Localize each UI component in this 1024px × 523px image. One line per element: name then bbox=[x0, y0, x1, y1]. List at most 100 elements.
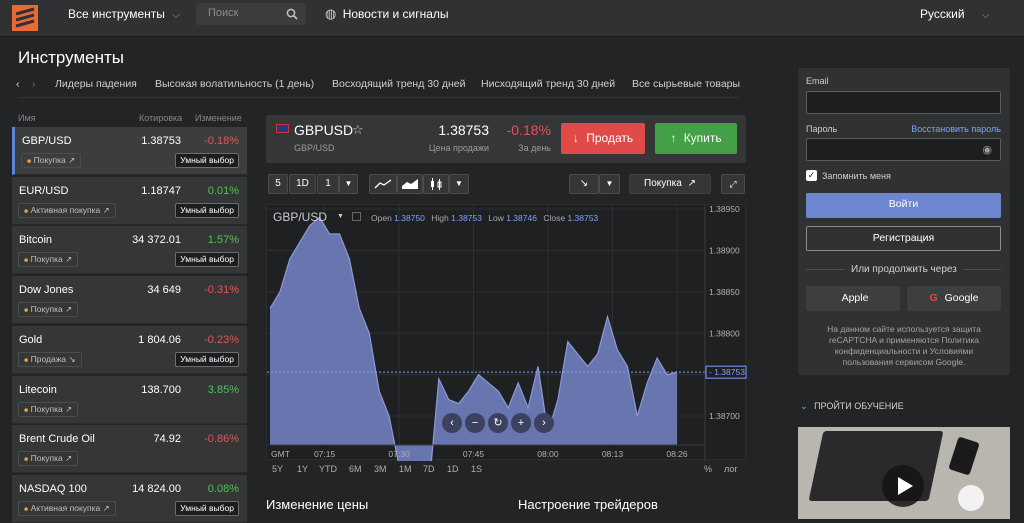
zoom-out-icon[interactable]: − bbox=[465, 413, 485, 433]
signal-tag-label: Активная покупка ↗ bbox=[30, 204, 110, 215]
area-chart-button[interactable] bbox=[397, 174, 423, 194]
tutorial-video[interactable] bbox=[798, 427, 1010, 519]
interval-1d-button[interactable]: 1D bbox=[289, 174, 316, 194]
signal-dot-icon: ⦁ bbox=[24, 254, 31, 265]
login-panel: Email Пароль Восстановить пароль ◉ ✓ Зап… bbox=[798, 68, 1010, 375]
log-scale-toggle[interactable]: лог bbox=[724, 464, 738, 474]
search-icon bbox=[286, 8, 298, 20]
fullscreen-button[interactable]: ⤢ bbox=[721, 174, 745, 194]
signal-dot-icon: ⦁ bbox=[24, 403, 31, 414]
logo-icon[interactable] bbox=[12, 5, 38, 31]
drawing-tool-button[interactable]: ↘ bbox=[569, 174, 599, 194]
search-input[interactable]: Поиск bbox=[196, 3, 306, 25]
candlestick-icon bbox=[431, 178, 442, 190]
smart-choice-badge[interactable]: Умный выбор bbox=[175, 500, 239, 516]
page-title: Инструменты bbox=[18, 48, 125, 67]
low-value: 1.38746 bbox=[506, 213, 537, 223]
interval-1-button[interactable]: 1 bbox=[317, 174, 339, 194]
x-tick-label: 08:26 bbox=[666, 449, 688, 459]
interval-dropdown[interactable]: ▼ bbox=[339, 174, 358, 194]
instrument-change: 0.08% bbox=[207, 482, 239, 495]
remember-checkbox[interactable]: ✓ bbox=[806, 170, 817, 181]
google-login-button[interactable]: G Google bbox=[907, 286, 1001, 311]
arrow-up-icon: ↑ bbox=[670, 131, 677, 145]
smart-choice-badge[interactable]: Умный выбор bbox=[175, 252, 239, 268]
sell-button[interactable]: ↓ Продать bbox=[561, 123, 645, 154]
timeframe-button[interactable]: 1M bbox=[399, 464, 412, 474]
timeframe-button[interactable]: 5Y bbox=[272, 464, 283, 474]
buy-button[interactable]: ↑ Купить bbox=[655, 123, 737, 154]
high-value: 1.38753 bbox=[451, 213, 482, 223]
chart-symbol-caret-icon: ▼ bbox=[337, 213, 344, 220]
drawing-tool-dropdown[interactable]: ▼ bbox=[599, 174, 620, 194]
instrument-row[interactable]: Brent Crude Oil 74.92 -0.86% ⦁ Покупка ↗ bbox=[12, 425, 247, 474]
x-tick-label: 08:13 bbox=[602, 449, 624, 459]
candle-chart-button[interactable] bbox=[423, 174, 449, 194]
interval-5-button[interactable]: 5 bbox=[268, 174, 288, 194]
apple-login-button[interactable]: Apple bbox=[806, 286, 900, 311]
email-field[interactable] bbox=[806, 91, 1001, 114]
instrument-row[interactable]: Litecoin 138.700 3.85% ⦁ Покупка ↗ bbox=[12, 375, 247, 424]
line-chart-button[interactable] bbox=[369, 174, 397, 194]
smart-choice-badge[interactable]: Умный выбор bbox=[175, 202, 239, 218]
instrument-row[interactable]: NASDAQ 100 14 824.00 0.08% ⦁ Активная покуп… bbox=[12, 474, 247, 523]
favorite-star-icon[interactable]: ☆ bbox=[352, 122, 364, 138]
reset-icon[interactable]: ↻ bbox=[488, 413, 508, 433]
chart-type-dropdown[interactable]: ▼ bbox=[449, 174, 469, 194]
chart-settings-icon[interactable] bbox=[352, 212, 361, 221]
news-link[interactable]: ◍ Новости и сигналы bbox=[325, 0, 449, 37]
next-arrow-icon[interactable]: › bbox=[32, 78, 36, 90]
play-icon[interactable] bbox=[882, 465, 924, 507]
column-header-name: Имя bbox=[18, 113, 36, 123]
tab-category[interactable]: Все сырьевые товары bbox=[632, 78, 740, 90]
signal-tag: ⦁ Активная покупка ↗ bbox=[18, 202, 116, 218]
tab-category[interactable]: Восходящий тренд 30 дней bbox=[332, 78, 466, 90]
tab-category[interactable]: Лидеры падения bbox=[55, 78, 137, 90]
price-chart[interactable]: 1.38950 1.38900 1.38850 1.38800 1.38750 1.387… bbox=[266, 204, 747, 500]
tab-category[interactable]: Высокая волатильность (1 день) bbox=[155, 78, 314, 90]
language-select[interactable]: Русский ⌵ bbox=[920, 0, 989, 37]
top-bar: Все инструменты ⌵ Поиск ◍ Новости и сигн… bbox=[0, 0, 1024, 37]
y-tick-label: 1.38900 bbox=[709, 246, 740, 256]
quote-price: 1.38753 bbox=[438, 122, 489, 138]
zoom-in-icon[interactable]: + bbox=[511, 413, 531, 433]
instrument-row[interactable]: Dow Jones 34 649 -0.31% ⦁ Покупка ↗ bbox=[12, 276, 247, 325]
all-instruments-menu[interactable]: Все инструменты ⌵ bbox=[68, 0, 180, 37]
timeframe-button[interactable]: 3M bbox=[374, 464, 387, 474]
instrument-row[interactable]: Bitcoin 34 372.01 1.57% ⦁ Покупка ↗ Умный вы… bbox=[12, 226, 247, 275]
instrument-row[interactable]: GBP/USD 1.38753 -0.18% ⦁ Покупка ↗ Умный выб… bbox=[12, 127, 247, 175]
password-field[interactable]: ◉ bbox=[806, 138, 1001, 161]
percent-scale-toggle[interactable]: % bbox=[704, 464, 712, 474]
signal-dot-icon: ⦁ bbox=[24, 502, 31, 513]
uk-flag-icon bbox=[276, 124, 289, 133]
quote-symbol: GBPUSD bbox=[294, 122, 354, 138]
chart-symbol-label[interactable]: GBP/USD bbox=[273, 210, 327, 224]
eye-icon[interactable]: ◉ bbox=[982, 143, 992, 156]
restore-password-link[interactable]: Восстановить пароль bbox=[911, 124, 1001, 134]
y-tick-label: 1.38800 bbox=[709, 328, 740, 338]
smart-choice-badge[interactable]: Умный выбор bbox=[175, 153, 239, 168]
x-tick-label: 07:45 bbox=[463, 449, 485, 459]
timeframe-button[interactable]: YTD bbox=[319, 464, 337, 474]
timeframe-button[interactable]: 1S bbox=[471, 464, 482, 474]
instrument-change: -0.18% bbox=[204, 135, 239, 147]
y-tick-label: 1.38850 bbox=[709, 287, 740, 297]
register-button[interactable]: Регистрация bbox=[806, 226, 1001, 251]
scroll-left-icon[interactable]: ‹ bbox=[442, 413, 462, 433]
quote-subtitle: GBP/USD bbox=[294, 143, 335, 153]
timeframe-button[interactable]: 6M bbox=[349, 464, 362, 474]
learn-section-toggle[interactable]: ⌄ ПРОЙТИ ОБУЧЕНИЕ bbox=[800, 401, 904, 412]
timeframe-button[interactable]: 1Y bbox=[297, 464, 308, 474]
login-button[interactable]: Войти bbox=[806, 193, 1001, 218]
instrument-row[interactable]: EUR/USD 1.18747 0.01% ⦁ Активная покупка ↗ У… bbox=[12, 176, 247, 225]
timeframe-button[interactable]: 7D bbox=[423, 464, 435, 474]
smart-choice-badge[interactable]: Умный выбор bbox=[175, 351, 239, 367]
signal-tag: ⦁ Активная покупка ↗ bbox=[18, 500, 116, 516]
caret-down-icon: ▼ bbox=[344, 179, 353, 188]
password-label: Пароль bbox=[806, 124, 838, 134]
scroll-right-icon[interactable]: › bbox=[534, 413, 554, 433]
timeframe-button[interactable]: 1D bbox=[447, 464, 459, 474]
instrument-row[interactable]: Gold 1 804.06 -0.23% ⦁ Продажа ↘ Умный выбор bbox=[12, 325, 247, 374]
tab-category[interactable]: Нисходящий тренд 30 дней bbox=[481, 78, 615, 90]
prev-arrow-icon[interactable]: ‹ bbox=[16, 78, 20, 90]
